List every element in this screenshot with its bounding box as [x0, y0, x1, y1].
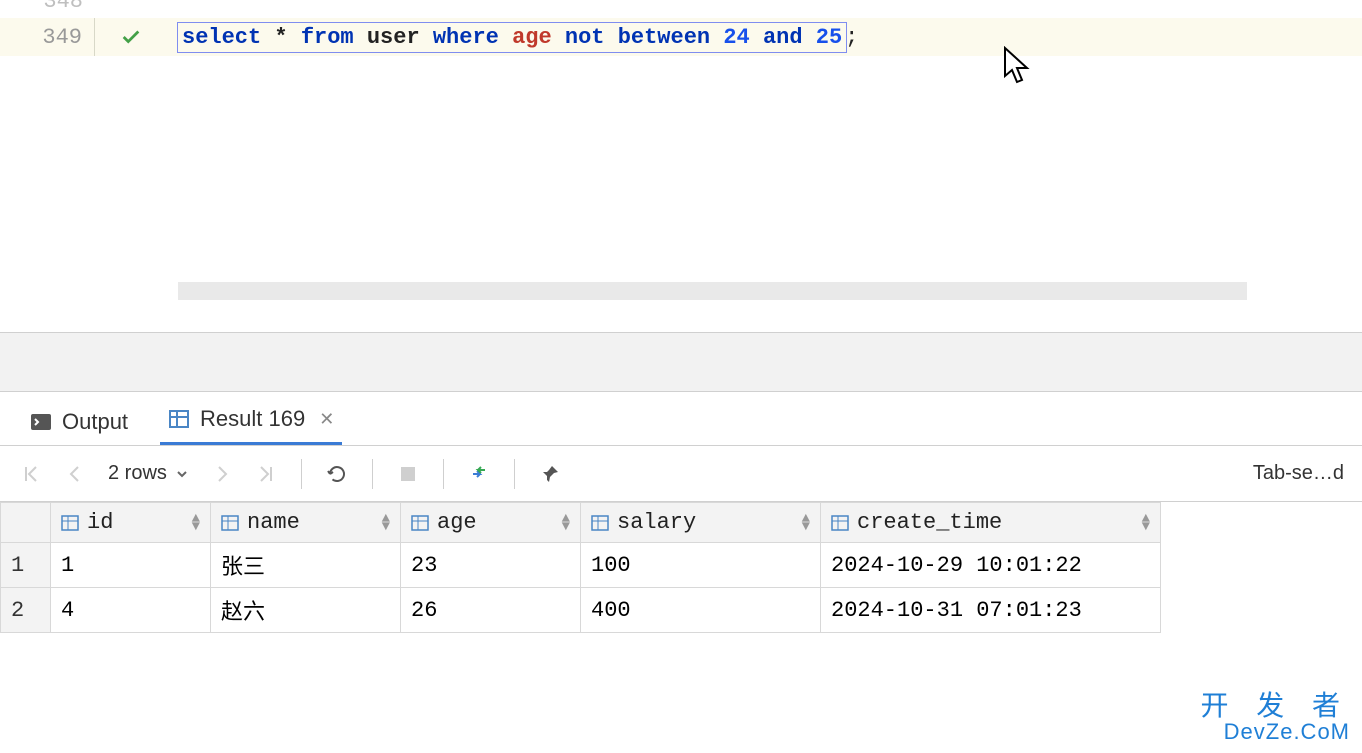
rows-count-label: 2 rows — [108, 462, 167, 485]
table-icon — [168, 408, 190, 430]
editor-horizontal-scrollbar[interactable] — [178, 282, 1247, 300]
sort-icon[interactable]: ▲▼ — [192, 515, 200, 531]
cell-id[interactable]: 4 — [51, 588, 211, 633]
sql-editor[interactable]: 348 349 select * from user where age not… — [0, 0, 1362, 332]
watermark: 开 发 者 DevZe.CoM — [1200, 691, 1350, 743]
column-header-name[interactable]: name ▲▼ — [211, 503, 401, 543]
prev-page-button[interactable] — [58, 457, 92, 491]
rows-count-dropdown[interactable]: 2 rows — [102, 462, 195, 485]
column-label: salary — [617, 510, 696, 535]
sort-icon[interactable]: ▲▼ — [1142, 515, 1150, 531]
chevron-down-icon — [175, 467, 189, 481]
column-header-id[interactable]: id ▲▼ — [51, 503, 211, 543]
cell-id[interactable]: 1 — [51, 543, 211, 588]
header-row: id ▲▼ name ▲▼ age ▲▼ — [1, 503, 1161, 543]
column-header-create-time[interactable]: create_time ▲▼ — [821, 503, 1161, 543]
semicolon: ; — [845, 25, 858, 50]
line-number-current: 349 — [0, 18, 95, 56]
cell-name[interactable]: 张三 — [211, 543, 401, 588]
tab-output[interactable]: Output — [22, 399, 136, 445]
column-icon — [411, 514, 429, 532]
column-header-age[interactable]: age ▲▼ — [401, 503, 581, 543]
cell-salary[interactable]: 100 — [581, 543, 821, 588]
table-row[interactable]: 2 4 赵六 26 400 2024-10-31 07:01:23 — [1, 588, 1161, 633]
cell-create-time[interactable]: 2024-10-31 07:01:23 — [821, 588, 1161, 633]
cell-create-time[interactable]: 2024-10-29 10:01:22 — [821, 543, 1161, 588]
close-icon[interactable]: ✕ — [319, 409, 334, 430]
terminal-icon — [30, 411, 52, 433]
sort-icon[interactable]: ▲▼ — [382, 515, 390, 531]
column-label: id — [87, 510, 113, 535]
panel-divider[interactable] — [0, 332, 1362, 392]
transpose-button[interactable] — [462, 457, 496, 491]
code-line[interactable] — [167, 0, 1362, 18]
column-label: age — [437, 510, 477, 535]
code-line-current[interactable]: select * from user where age not between… — [167, 18, 1362, 56]
sql-statement[interactable]: select * from user where age not between… — [177, 22, 847, 53]
gutter-status-icon — [95, 18, 167, 56]
result-tabs: Output Result 169 ✕ — [0, 392, 1362, 446]
cell-age[interactable]: 26 — [401, 588, 581, 633]
cell-age[interactable]: 23 — [401, 543, 581, 588]
column-label: create_time — [857, 510, 1002, 535]
next-page-button[interactable] — [205, 457, 239, 491]
reload-button[interactable] — [320, 457, 354, 491]
column-icon — [591, 514, 609, 532]
last-page-button[interactable] — [249, 457, 283, 491]
line-number: 348 — [0, 0, 95, 18]
sort-icon[interactable]: ▲▼ — [562, 515, 570, 531]
result-toolbar: 2 rows Tab-se…d — [0, 446, 1362, 502]
check-icon — [120, 26, 142, 48]
sort-icon[interactable]: ▲▼ — [802, 515, 810, 531]
column-icon — [831, 514, 849, 532]
gutter-mark — [95, 0, 167, 18]
cell-name[interactable]: 赵六 — [211, 588, 401, 633]
row-number: 1 — [1, 543, 51, 588]
tab-label: Result 169 — [200, 406, 305, 432]
pin-button[interactable] — [533, 457, 567, 491]
stop-button[interactable] — [391, 457, 425, 491]
table-row[interactable]: 1 1 张三 23 100 2024-10-29 10:01:22 — [1, 543, 1161, 588]
tab-result[interactable]: Result 169 ✕ — [160, 396, 342, 445]
column-header-salary[interactable]: salary ▲▼ — [581, 503, 821, 543]
view-mode-label[interactable]: Tab-se…d — [1253, 462, 1348, 485]
column-icon — [61, 514, 79, 532]
first-page-button[interactable] — [14, 457, 48, 491]
result-grid[interactable]: id ▲▼ name ▲▼ age ▲▼ — [0, 502, 1362, 753]
row-number: 2 — [1, 588, 51, 633]
column-label: name — [247, 510, 300, 535]
rownum-header[interactable] — [1, 503, 51, 543]
tab-label: Output — [62, 409, 128, 435]
column-icon — [221, 514, 239, 532]
cell-salary[interactable]: 400 — [581, 588, 821, 633]
